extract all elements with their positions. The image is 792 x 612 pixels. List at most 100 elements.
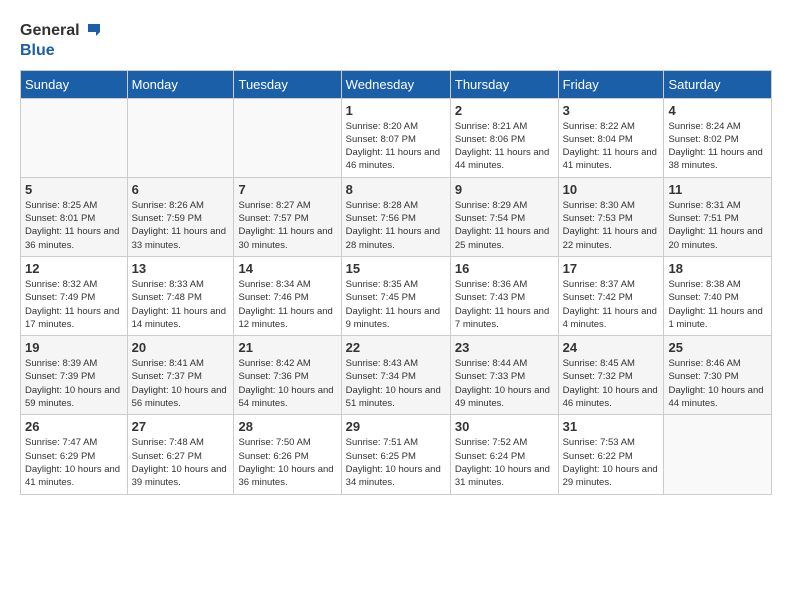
calendar-cell bbox=[234, 98, 341, 177]
day-number: 6 bbox=[132, 182, 230, 197]
day-info: Sunrise: 8:38 AM Sunset: 7:40 PM Dayligh… bbox=[668, 278, 767, 331]
day-info: Sunrise: 8:32 AM Sunset: 7:49 PM Dayligh… bbox=[25, 278, 123, 331]
day-number: 1 bbox=[346, 103, 446, 118]
day-number: 31 bbox=[563, 419, 660, 434]
calendar-week-row: 5 Sunrise: 8:25 AM Sunset: 8:01 PM Daylig… bbox=[21, 177, 772, 256]
calendar-cell bbox=[21, 98, 128, 177]
day-number: 29 bbox=[346, 419, 446, 434]
calendar-cell: 7Sunrise: 8:27 AM Sunset: 7:57 PM Daylig… bbox=[234, 177, 341, 256]
calendar-cell: 22Sunrise: 8:43 AM Sunset: 7:34 PM Dayli… bbox=[341, 336, 450, 415]
day-info: Sunrise: 8:30 AM Sunset: 7:53 PM Dayligh… bbox=[563, 199, 660, 252]
day-number: 5 bbox=[25, 182, 123, 197]
day-info: Sunrise: 8:28 AM Sunset: 7:56 PM Dayligh… bbox=[346, 199, 446, 252]
logo-blue-text: Blue bbox=[20, 42, 104, 60]
day-info: Sunrise: 8:36 AM Sunset: 7:43 PM Dayligh… bbox=[455, 278, 554, 331]
day-info: Sunrise: 8:26 AM Sunset: 7:59 PM Dayligh… bbox=[132, 199, 230, 252]
weekday-header-row: SundayMondayTuesdayWednesdayThursdayFrid… bbox=[21, 70, 772, 98]
calendar-cell: 15 Sunrise: 8:35 AM Sunset: 7:45 PM Dayli… bbox=[341, 256, 450, 335]
day-number: 13 bbox=[132, 261, 230, 276]
day-number: 11 bbox=[668, 182, 767, 197]
day-info: Sunrise: 8:22 AM Sunset: 8:04 PM Dayligh… bbox=[563, 120, 660, 173]
calendar-cell: 29 Sunrise: 7:51 AM Sunset: 6:25 PM Dayli… bbox=[341, 415, 450, 494]
calendar-cell: 8 Sunrise: 8:28 AM Sunset: 7:56 PM Daylig… bbox=[341, 177, 450, 256]
calendar-cell: 9Sunrise: 8:29 AM Sunset: 7:54 PM Daylig… bbox=[450, 177, 558, 256]
day-info: Sunrise: 7:53 AM Sunset: 6:22 PM Dayligh… bbox=[563, 436, 660, 489]
day-number: 21 bbox=[238, 340, 336, 355]
day-info: Sunrise: 8:31 AM Sunset: 7:51 PM Dayligh… bbox=[668, 199, 767, 252]
day-number: 24 bbox=[563, 340, 660, 355]
day-info: Sunrise: 7:48 AM Sunset: 6:27 PM Dayligh… bbox=[132, 436, 230, 489]
logo-arrow-icon bbox=[82, 20, 104, 42]
calendar-cell: 21 Sunrise: 8:42 AM Sunset: 7:36 PM Dayli… bbox=[234, 336, 341, 415]
day-number: 27 bbox=[132, 419, 230, 434]
day-number: 23 bbox=[455, 340, 554, 355]
calendar-cell: 1Sunrise: 8:20 AM Sunset: 8:07 PM Daylig… bbox=[341, 98, 450, 177]
calendar-cell: 23Sunrise: 8:44 AM Sunset: 7:33 PM Dayli… bbox=[450, 336, 558, 415]
day-info: Sunrise: 7:47 AM Sunset: 6:29 PM Dayligh… bbox=[25, 436, 123, 489]
day-number: 19 bbox=[25, 340, 123, 355]
calendar-cell: 16Sunrise: 8:36 AM Sunset: 7:43 PM Dayli… bbox=[450, 256, 558, 335]
calendar-cell: 17 Sunrise: 8:37 AM Sunset: 7:42 PM Dayli… bbox=[558, 256, 664, 335]
calendar-cell: 12 Sunrise: 8:32 AM Sunset: 7:49 PM Dayli… bbox=[21, 256, 128, 335]
logo: General Blue bbox=[20, 20, 104, 60]
calendar-cell: 18 Sunrise: 8:38 AM Sunset: 7:40 PM Dayli… bbox=[664, 256, 772, 335]
day-number: 26 bbox=[25, 419, 123, 434]
day-number: 2 bbox=[455, 103, 554, 118]
calendar-cell: 6 Sunrise: 8:26 AM Sunset: 7:59 PM Daylig… bbox=[127, 177, 234, 256]
day-info: Sunrise: 8:21 AM Sunset: 8:06 PM Dayligh… bbox=[455, 120, 554, 173]
day-number: 30 bbox=[455, 419, 554, 434]
day-info: Sunrise: 8:29 AM Sunset: 7:54 PM Dayligh… bbox=[455, 199, 554, 252]
day-info: Sunrise: 8:25 AM Sunset: 8:01 PM Dayligh… bbox=[25, 199, 123, 252]
weekday-header-wednesday: Wednesday bbox=[341, 70, 450, 98]
calendar-cell: 26 Sunrise: 7:47 AM Sunset: 6:29 PM Dayli… bbox=[21, 415, 128, 494]
day-info: Sunrise: 7:50 AM Sunset: 6:26 PM Dayligh… bbox=[238, 436, 336, 489]
calendar-cell: 14 Sunrise: 8:34 AM Sunset: 7:46 PM Dayli… bbox=[234, 256, 341, 335]
calendar-cell: 20Sunrise: 8:41 AM Sunset: 7:37 PM Dayli… bbox=[127, 336, 234, 415]
day-info: Sunrise: 8:43 AM Sunset: 7:34 PM Dayligh… bbox=[346, 357, 446, 410]
day-number: 8 bbox=[346, 182, 446, 197]
calendar-cell: 31 Sunrise: 7:53 AM Sunset: 6:22 PM Dayli… bbox=[558, 415, 664, 494]
day-info: Sunrise: 8:24 AM Sunset: 8:02 PM Dayligh… bbox=[668, 120, 767, 173]
day-info: Sunrise: 8:35 AM Sunset: 7:45 PM Dayligh… bbox=[346, 278, 446, 331]
day-info: Sunrise: 7:51 AM Sunset: 6:25 PM Dayligh… bbox=[346, 436, 446, 489]
day-info: Sunrise: 8:45 AM Sunset: 7:32 PM Dayligh… bbox=[563, 357, 660, 410]
header: General Blue bbox=[20, 20, 772, 60]
day-number: 18 bbox=[668, 261, 767, 276]
weekday-header-thursday: Thursday bbox=[450, 70, 558, 98]
weekday-header-monday: Monday bbox=[127, 70, 234, 98]
calendar-cell: 4 Sunrise: 8:24 AM Sunset: 8:02 PM Daylig… bbox=[664, 98, 772, 177]
calendar-cell: 11 Sunrise: 8:31 AM Sunset: 7:51 PM Dayli… bbox=[664, 177, 772, 256]
day-number: 7 bbox=[238, 182, 336, 197]
day-number: 4 bbox=[668, 103, 767, 118]
logo-general-text: General bbox=[20, 22, 80, 40]
day-info: Sunrise: 8:39 AM Sunset: 7:39 PM Dayligh… bbox=[25, 357, 123, 410]
calendar-cell: 30Sunrise: 7:52 AM Sunset: 6:24 PM Dayli… bbox=[450, 415, 558, 494]
day-number: 15 bbox=[346, 261, 446, 276]
calendar-week-row: 19 Sunrise: 8:39 AM Sunset: 7:39 PM Dayli… bbox=[21, 336, 772, 415]
weekday-header-sunday: Sunday bbox=[21, 70, 128, 98]
day-number: 14 bbox=[238, 261, 336, 276]
day-info: Sunrise: 8:46 AM Sunset: 7:30 PM Dayligh… bbox=[668, 357, 767, 410]
day-info: Sunrise: 8:33 AM Sunset: 7:48 PM Dayligh… bbox=[132, 278, 230, 331]
weekday-header-saturday: Saturday bbox=[664, 70, 772, 98]
calendar-cell bbox=[127, 98, 234, 177]
day-number: 25 bbox=[668, 340, 767, 355]
calendar-cell: 5 Sunrise: 8:25 AM Sunset: 8:01 PM Daylig… bbox=[21, 177, 128, 256]
day-info: Sunrise: 8:37 AM Sunset: 7:42 PM Dayligh… bbox=[563, 278, 660, 331]
calendar-cell bbox=[664, 415, 772, 494]
calendar-week-row: 12 Sunrise: 8:32 AM Sunset: 7:49 PM Dayli… bbox=[21, 256, 772, 335]
day-number: 17 bbox=[563, 261, 660, 276]
calendar-cell: 10Sunrise: 8:30 AM Sunset: 7:53 PM Dayli… bbox=[558, 177, 664, 256]
day-info: Sunrise: 8:34 AM Sunset: 7:46 PM Dayligh… bbox=[238, 278, 336, 331]
calendar-cell: 3Sunrise: 8:22 AM Sunset: 8:04 PM Daylig… bbox=[558, 98, 664, 177]
calendar-table: SundayMondayTuesdayWednesdayThursdayFrid… bbox=[20, 70, 772, 495]
calendar-week-row: 26 Sunrise: 7:47 AM Sunset: 6:29 PM Dayli… bbox=[21, 415, 772, 494]
day-number: 12 bbox=[25, 261, 123, 276]
day-info: Sunrise: 8:42 AM Sunset: 7:36 PM Dayligh… bbox=[238, 357, 336, 410]
day-info: Sunrise: 8:41 AM Sunset: 7:37 PM Dayligh… bbox=[132, 357, 230, 410]
day-number: 28 bbox=[238, 419, 336, 434]
weekday-header-friday: Friday bbox=[558, 70, 664, 98]
calendar-cell: 28 Sunrise: 7:50 AM Sunset: 6:26 PM Dayli… bbox=[234, 415, 341, 494]
calendar-cell: 19 Sunrise: 8:39 AM Sunset: 7:39 PM Dayli… bbox=[21, 336, 128, 415]
weekday-header-tuesday: Tuesday bbox=[234, 70, 341, 98]
